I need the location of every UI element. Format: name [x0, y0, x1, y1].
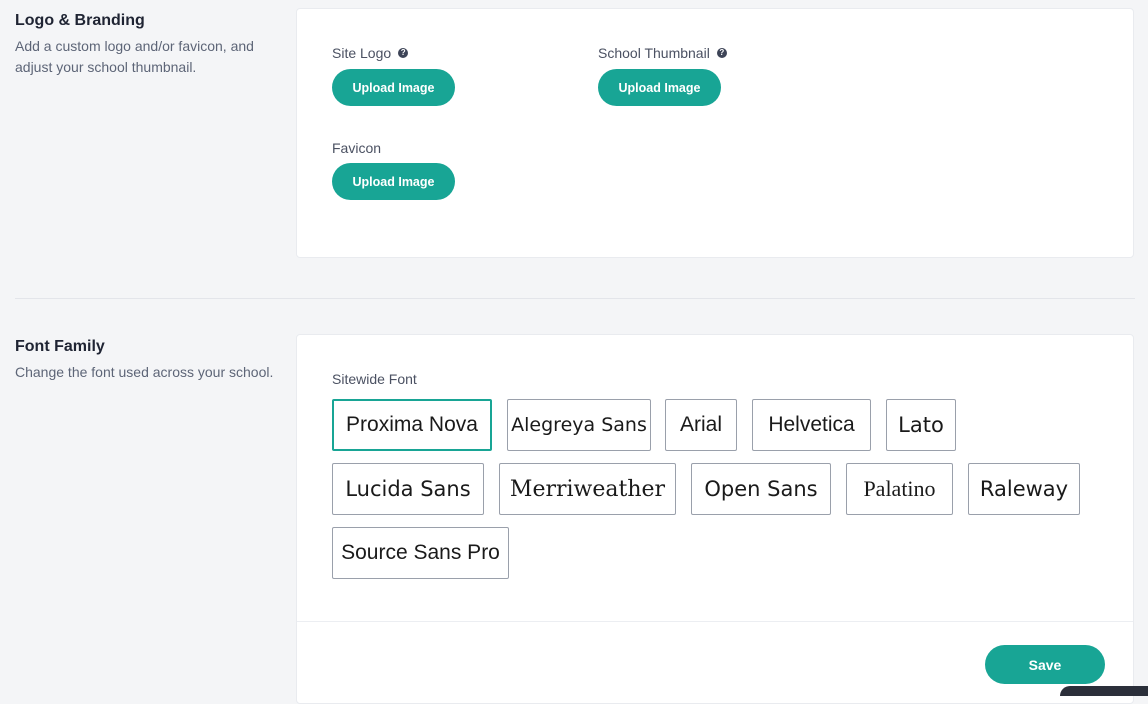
font-option-helvetica[interactable]: Helvetica [752, 399, 871, 451]
question-circle-icon[interactable]: ? [716, 48, 727, 58]
font-family-description: Change the font used across your school. [15, 364, 274, 380]
font-option-alegreya-sans[interactable]: Alegreya Sans [507, 399, 651, 451]
site-logo-label: Site Logo ? [332, 45, 409, 61]
sitewide-font-label: Sitewide Font [332, 371, 417, 387]
font-option-arial[interactable]: Arial [665, 399, 737, 451]
school-thumbnail-label: School Thumbnail ? [598, 45, 727, 61]
site-logo-upload-button[interactable]: Upload Image [332, 69, 455, 106]
favicon-label-text: Favicon [332, 140, 382, 156]
section-divider [15, 298, 1135, 299]
font-family-card: Sitewide Font Proxima Nova Alegreya Sans… [296, 334, 1134, 704]
question-circle-icon[interactable]: ? [398, 48, 409, 58]
logo-branding-card: Site Logo ? Upload Image School Thumbnai… [296, 8, 1134, 258]
logo-branding-description: Add a custom logo and/or favicon, and ad… [15, 38, 254, 75]
card-footer-divider [297, 621, 1133, 622]
school-thumbnail-upload-button[interactable]: Upload Image [598, 69, 721, 106]
font-option-proxima-nova[interactable]: Proxima Nova [332, 399, 492, 451]
font-option-source-sans-pro[interactable]: Source Sans Pro [332, 527, 509, 579]
school-thumbnail-label-text: School Thumbnail [598, 45, 710, 61]
favicon-label: Favicon [332, 140, 381, 156]
font-option-lato[interactable]: Lato [886, 399, 956, 451]
logo-branding-title: Logo & Branding [15, 12, 145, 29]
font-option-raleway[interactable]: Raleway [968, 463, 1080, 515]
font-option-lucida-sans[interactable]: Lucida Sans [332, 463, 484, 515]
sitewide-font-label-text: Sitewide Font [332, 371, 417, 387]
favicon-upload-button[interactable]: Upload Image [332, 163, 455, 200]
font-option-palatino[interactable]: Palatino [846, 463, 953, 515]
font-option-open-sans[interactable]: Open Sans [691, 463, 831, 515]
save-button[interactable]: Save [985, 645, 1105, 684]
font-family-title: Font Family [15, 338, 105, 355]
site-logo-label-text: Site Logo [332, 45, 392, 61]
font-option-merriweather[interactable]: Merriweather [499, 463, 676, 515]
floating-widget-edge[interactable] [1060, 686, 1148, 696]
